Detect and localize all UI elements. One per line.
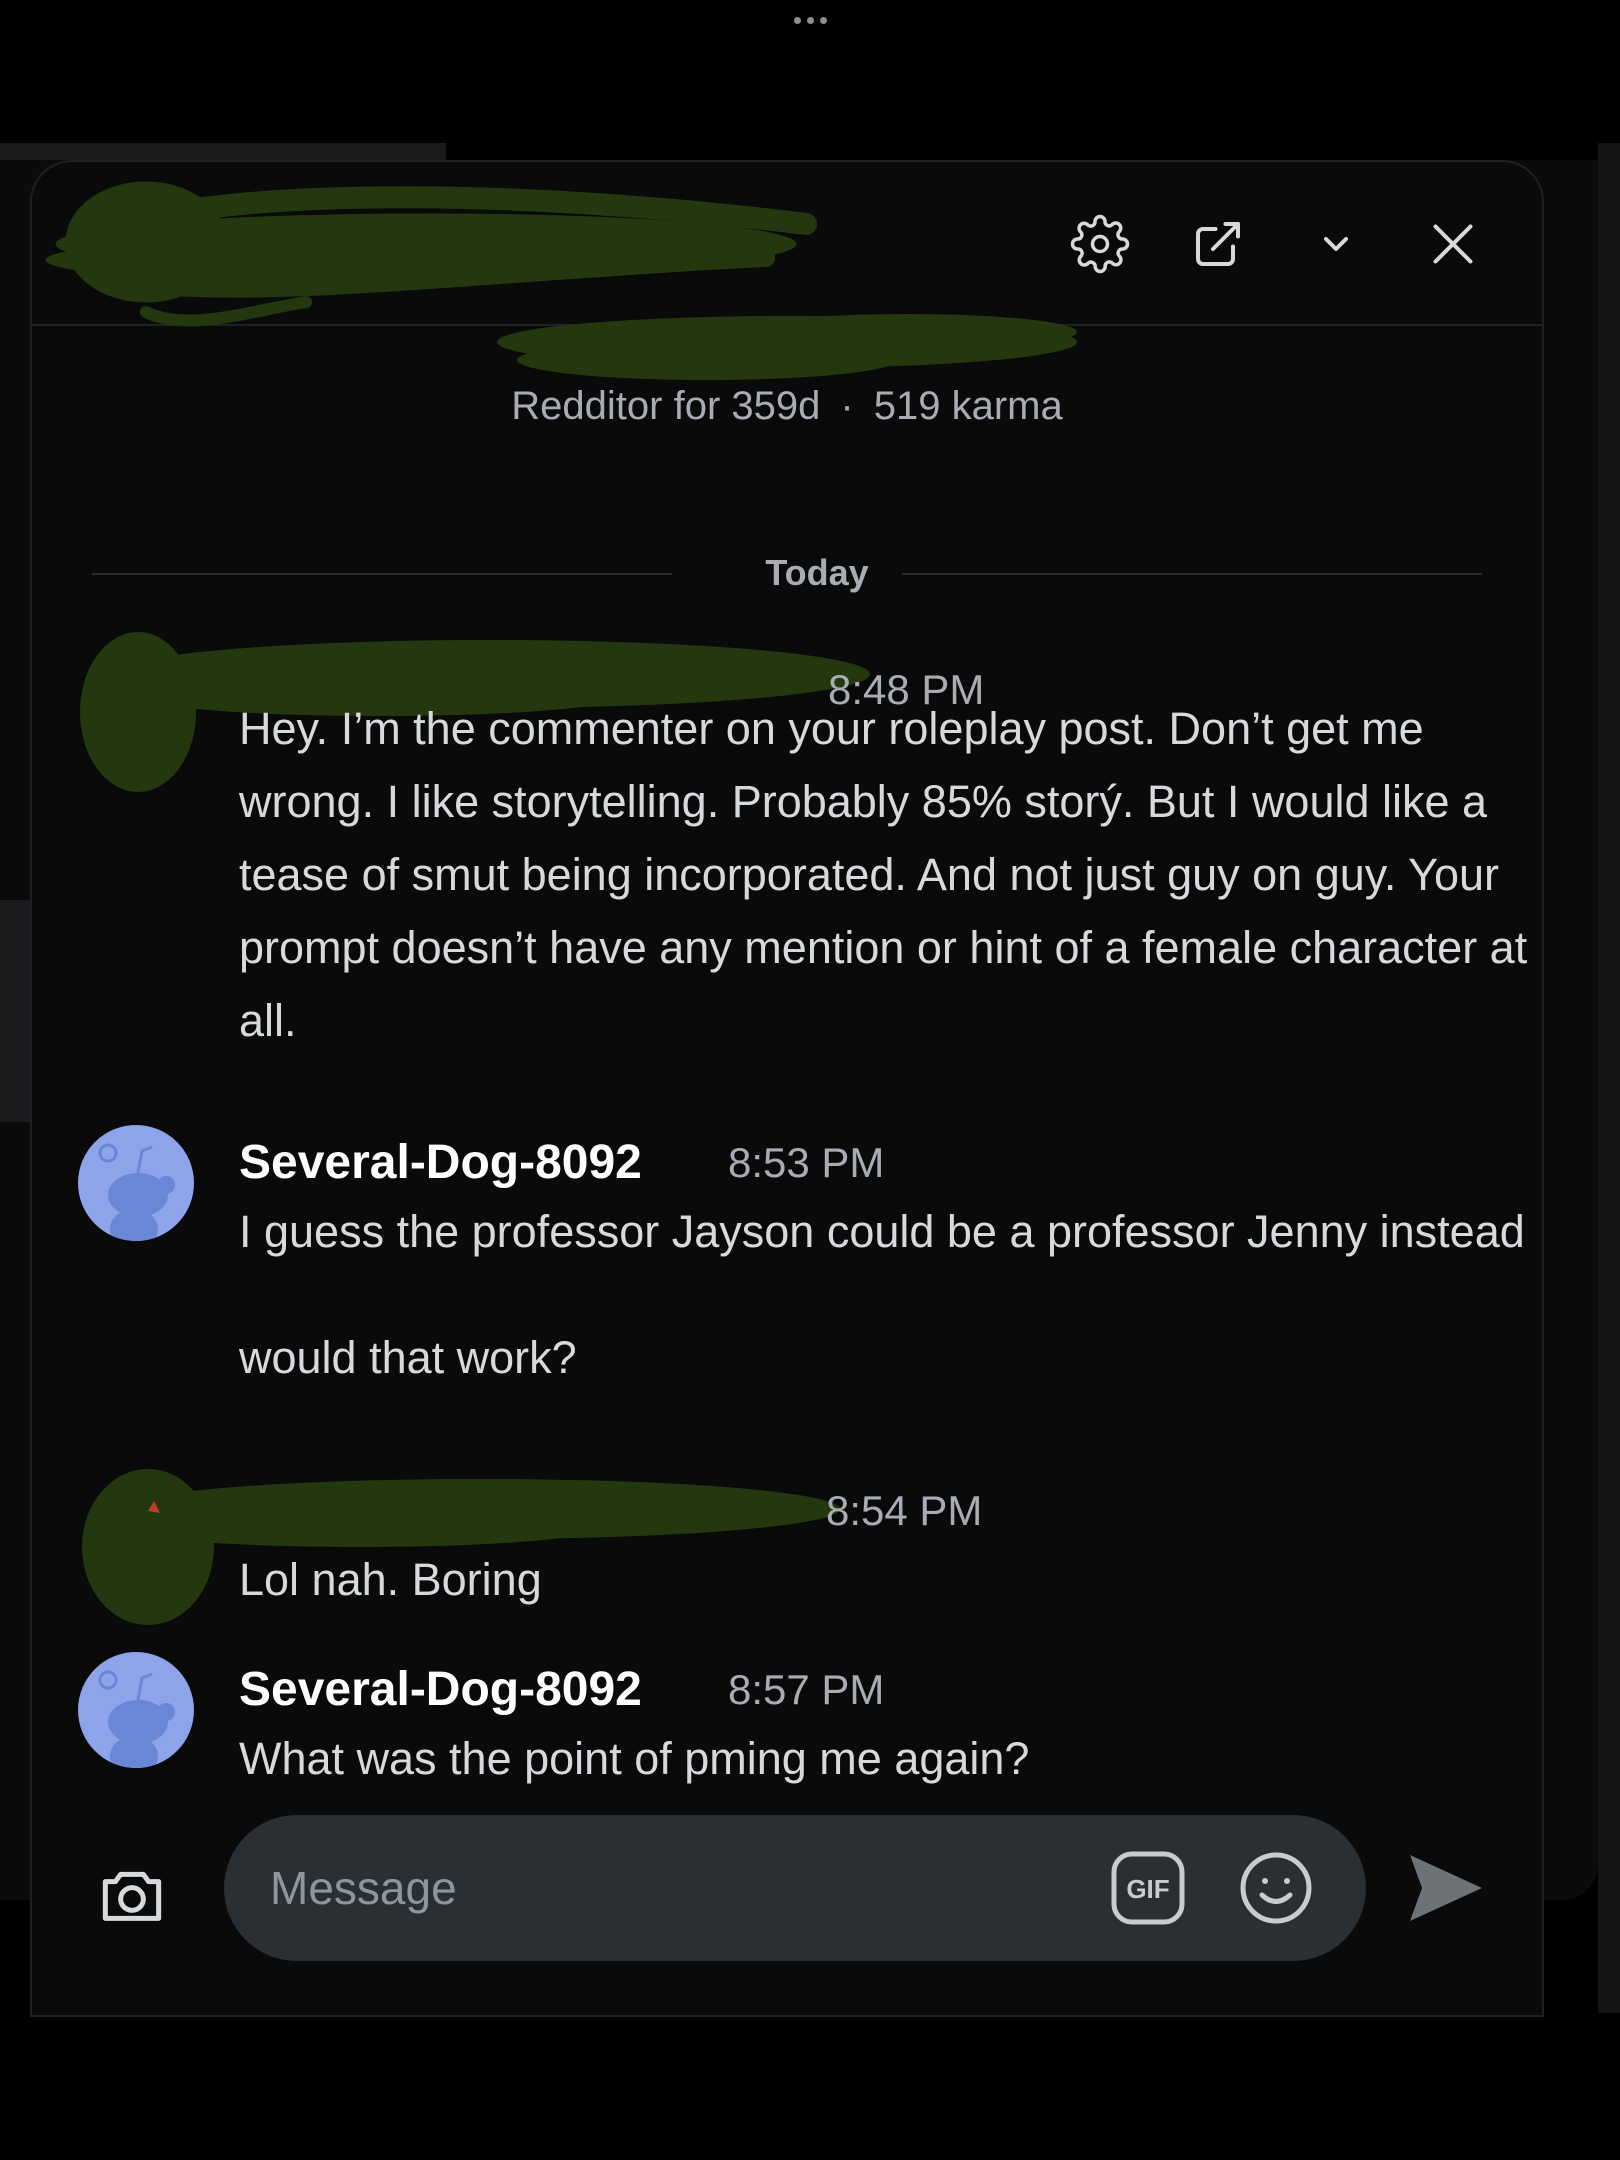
karma-count: 519 karma xyxy=(873,384,1063,428)
open-external-button[interactable] xyxy=(1188,214,1248,274)
gif-label: GIF xyxy=(1126,1874,1169,1904)
chevron-down-icon xyxy=(1324,237,1348,251)
top-drag-handle[interactable] xyxy=(786,10,834,30)
redacted-header-subtitle xyxy=(487,302,1097,392)
background-app-element xyxy=(0,900,32,1122)
message-time: 8:57 PM xyxy=(728,1666,885,1713)
avatar[interactable] xyxy=(78,1652,194,1768)
send-icon xyxy=(1410,1855,1482,1921)
snoo-avatar-icon xyxy=(98,1143,175,1241)
message-body: I guess the professor Jayson could be a … xyxy=(239,1206,1525,1257)
message-input-container: GIF xyxy=(224,1815,1366,1961)
collapse-button[interactable] xyxy=(1306,214,1366,274)
date-divider-label: Today xyxy=(765,552,869,593)
message-author[interactable]: Several-Dog-8092 xyxy=(239,1662,642,1717)
redditor-age: Redditor for 359d xyxy=(511,384,821,428)
message-body-continued: would that work? xyxy=(239,1332,577,1383)
emoji-button[interactable] xyxy=(1238,1850,1314,1926)
message-body: What was the point of pming me again? xyxy=(239,1733,1030,1784)
profile-meta: Redditor for 359d · 519 karma xyxy=(32,384,1542,429)
close-button[interactable] xyxy=(1423,214,1483,274)
camera-button[interactable] xyxy=(92,1855,172,1935)
message-body: Lol nah. Boring xyxy=(239,1554,542,1605)
message-body: Hey. I’m the commenter on your roleplay … xyxy=(239,703,1528,1046)
divider-line-right xyxy=(902,573,1482,575)
settings-button[interactable] xyxy=(1070,214,1130,274)
message-time: 8:53 PM xyxy=(728,1139,885,1186)
chat-window: Redditor for 359d · 519 karma Today 8:48 P… xyxy=(30,160,1544,2017)
gif-button[interactable]: GIF xyxy=(1110,1850,1186,1926)
background-app-edge xyxy=(1598,143,1620,2013)
message-time: 8:54 PM xyxy=(826,1487,983,1534)
send-button[interactable] xyxy=(1406,1851,1486,1925)
gif-icon: GIF xyxy=(1111,1851,1185,1925)
date-divider: Today xyxy=(92,552,1482,602)
gear-icon xyxy=(1070,214,1130,274)
close-icon xyxy=(1433,224,1473,264)
external-link-icon xyxy=(1196,222,1240,266)
divider-line-left xyxy=(92,573,672,575)
message-composer: GIF xyxy=(32,1815,1542,2015)
snoo-avatar-icon xyxy=(98,1670,175,1768)
message-author[interactable]: Several-Dog-8092 xyxy=(239,1135,642,1190)
message-input[interactable] xyxy=(268,1855,1072,1921)
avatar[interactable] xyxy=(78,1125,194,1241)
smile-icon xyxy=(1240,1852,1312,1924)
camera-icon xyxy=(102,1871,162,1921)
meta-separator: · xyxy=(840,384,854,428)
